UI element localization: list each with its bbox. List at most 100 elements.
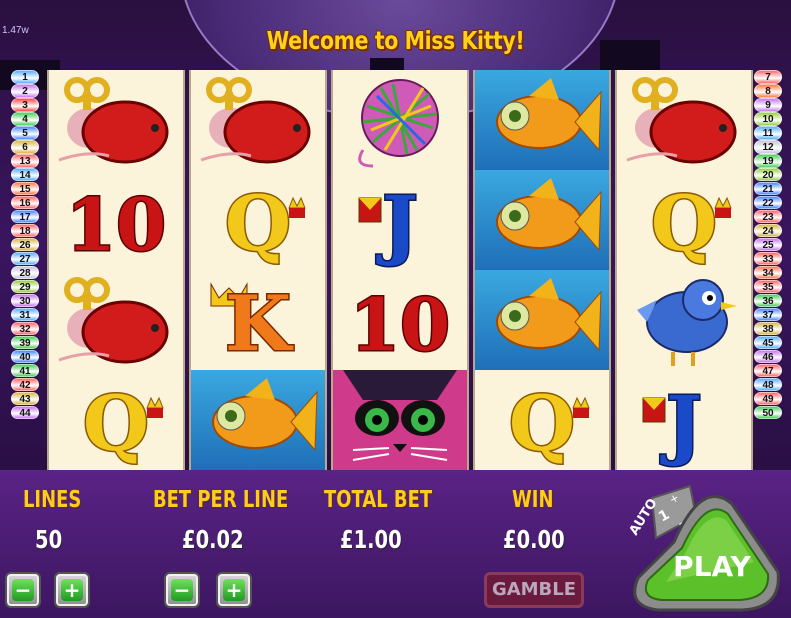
payline-badge: 42 <box>11 377 39 392</box>
payline-badge: 1 <box>11 70 39 84</box>
plus-icon: + <box>63 578 81 602</box>
reel-2: QK <box>189 70 327 470</box>
payline-badge: 23 <box>754 209 782 224</box>
payline-badge: 12 <box>754 139 782 154</box>
payline-badge: 38 <box>754 321 782 336</box>
queen-symbol: Q <box>475 370 609 470</box>
jack-symbol-text: J <box>376 179 418 268</box>
payline-badge: 13 <box>11 153 39 168</box>
payline-badge: 43 <box>11 391 39 406</box>
payline-badge: 31 <box>11 307 39 322</box>
wind-up-mouse-symbol <box>191 70 325 170</box>
payline-badge: 14 <box>11 167 39 182</box>
lines-minus-button[interactable]: − <box>5 572 41 608</box>
win-label: WIN <box>512 487 554 513</box>
bet-per-line-value: £0.02 <box>182 525 244 554</box>
payline-badge: 45 <box>754 335 782 350</box>
queen-symbol-text: Q <box>225 179 291 268</box>
bet-minus-button[interactable]: − <box>164 572 200 608</box>
lines-plus-button[interactable]: + <box>54 572 90 608</box>
wind-up-mouse-symbol <box>49 270 183 370</box>
goldfish-symbol <box>475 70 609 170</box>
game-title: Welcome to Miss Kitty! <box>266 26 525 55</box>
payline-badge: 48 <box>754 377 782 392</box>
win-value: £0.00 <box>503 525 565 554</box>
bet-per-line-label: BET PER LINE <box>153 487 289 513</box>
payline-badge: 39 <box>11 335 39 350</box>
payline-badge: 6 <box>11 139 39 154</box>
play-control: AUTO 1 + − PLAY <box>622 482 788 618</box>
reel-5: QJ <box>615 70 753 470</box>
payline-badge: 18 <box>11 223 39 238</box>
payline-badge: 24 <box>754 223 782 238</box>
payline-indicators-left: 1 2 3 4 5 6 13 14 15 16 17 18 26 27 28 29 30 31 32 39 40 41 42… <box>11 70 39 420</box>
bluebird-symbol <box>617 270 751 370</box>
payline-badge: 46 <box>754 349 782 364</box>
wind-up-mouse-symbol <box>617 70 751 170</box>
payline-badge: 34 <box>754 265 782 280</box>
payline-badge: 50 <box>754 405 782 420</box>
total-bet-value: £1.00 <box>340 525 402 554</box>
gamble-button[interactable]: GAMBLE <box>484 572 584 608</box>
payline-badge: 3 <box>11 97 39 112</box>
payline-badge: 15 <box>11 181 39 196</box>
queen-symbol: Q <box>49 370 183 470</box>
goldfish-symbol <box>475 270 609 370</box>
payline-badge: 5 <box>11 125 39 140</box>
payline-badge: 16 <box>11 195 39 210</box>
reel-4: Q <box>473 70 611 470</box>
payline-badge: 33 <box>754 251 782 266</box>
payline-badge: 11 <box>754 125 782 140</box>
payline-badge: 35 <box>754 279 782 294</box>
payline-badge: 44 <box>11 405 39 420</box>
game-screen: 1.47w Welcome to Miss Kitty! 1 2 3 4 5 6 13 14 1… <box>0 0 791 618</box>
fps-readout: 1.47w <box>2 25 29 36</box>
wind-up-mouse-symbol <box>49 70 183 170</box>
reel-1: 10 Q <box>47 70 185 470</box>
payline-indicators-right: 7 8 9 10 11 12 19 20 21 22 23 24 25 33 34 35 36 37 38 45 46 4… <box>754 70 782 420</box>
goldfish-symbol <box>475 170 609 270</box>
payline-badge: 10 <box>754 111 782 126</box>
ten-symbol-text: 10 <box>350 282 450 367</box>
king-symbol-text: K <box>225 279 294 368</box>
payline-badge: 40 <box>11 349 39 364</box>
queen-symbol-text: Q <box>651 179 717 268</box>
payline-badge: 21 <box>754 181 782 196</box>
payline-badge: 29 <box>11 279 39 294</box>
payline-badge: 20 <box>754 167 782 182</box>
minus-icon: − <box>173 578 191 602</box>
payline-badge: 26 <box>11 237 39 252</box>
bet-plus-button[interactable]: + <box>216 572 252 608</box>
queen-symbol-text: Q <box>509 379 575 468</box>
queen-symbol-text: Q <box>83 379 149 468</box>
lines-value: 50 <box>35 525 63 554</box>
jack-symbol: J <box>333 170 467 270</box>
ten-symbol: 10 <box>333 270 467 370</box>
yarn-ball-symbol <box>333 70 467 170</box>
payline-badge: 8 <box>754 83 782 98</box>
payline-badge: 2 <box>11 83 39 98</box>
payline-badge: 22 <box>754 195 782 210</box>
payline-badge: 28 <box>11 265 39 280</box>
payline-badge: 27 <box>11 251 39 266</box>
payline-badge: 17 <box>11 209 39 224</box>
payline-badge: 7 <box>754 70 782 84</box>
minus-icon: − <box>14 578 32 602</box>
ten-symbol: 10 <box>49 170 183 270</box>
payline-badge: 37 <box>754 307 782 322</box>
lines-label: LINES <box>23 487 82 513</box>
payline-badge: 25 <box>754 237 782 252</box>
ten-symbol-text: 10 <box>66 182 166 267</box>
payline-badge: 47 <box>754 363 782 378</box>
total-bet-label: TOTAL BET <box>324 487 433 513</box>
payline-badge: 49 <box>754 391 782 406</box>
reel-3: J 10 <box>331 70 469 470</box>
payline-badge: 36 <box>754 293 782 308</box>
king-symbol: K <box>191 270 325 370</box>
jack-symbol-text: J <box>660 379 702 468</box>
queen-symbol: Q <box>617 170 751 270</box>
play-label: PLAY <box>673 550 751 583</box>
payline-badge: 19 <box>754 153 782 168</box>
goldfish-symbol <box>191 370 325 470</box>
payline-badge: 9 <box>754 97 782 112</box>
